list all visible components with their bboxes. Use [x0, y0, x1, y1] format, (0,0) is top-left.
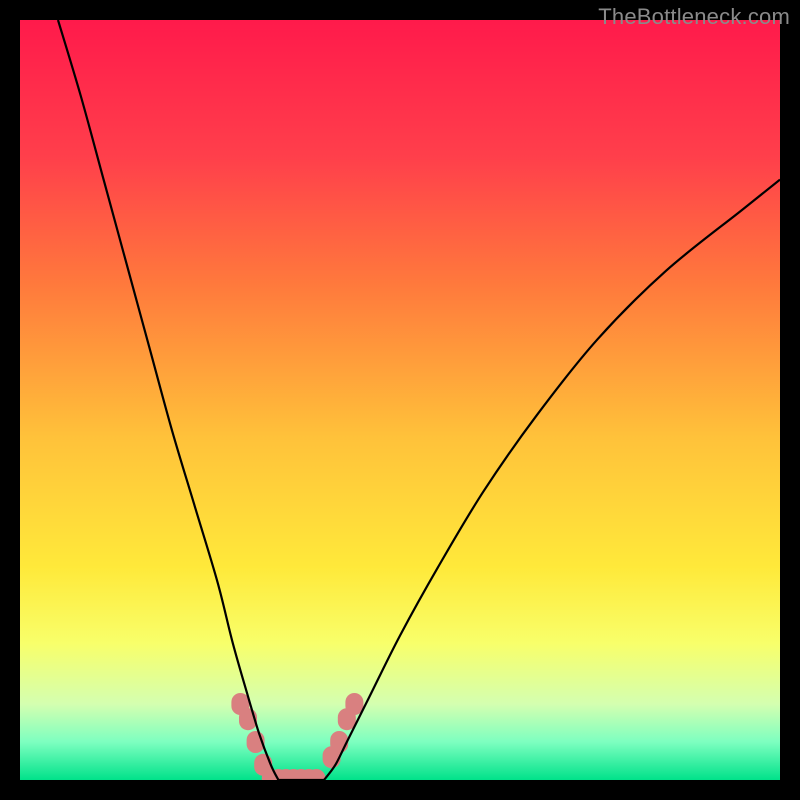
watermark-text: TheBottleneck.com [598, 4, 790, 30]
bottleneck-chart [20, 20, 780, 780]
right-cluster-marker [330, 731, 348, 753]
chart-background [20, 20, 780, 780]
right-cluster-marker [345, 693, 363, 715]
